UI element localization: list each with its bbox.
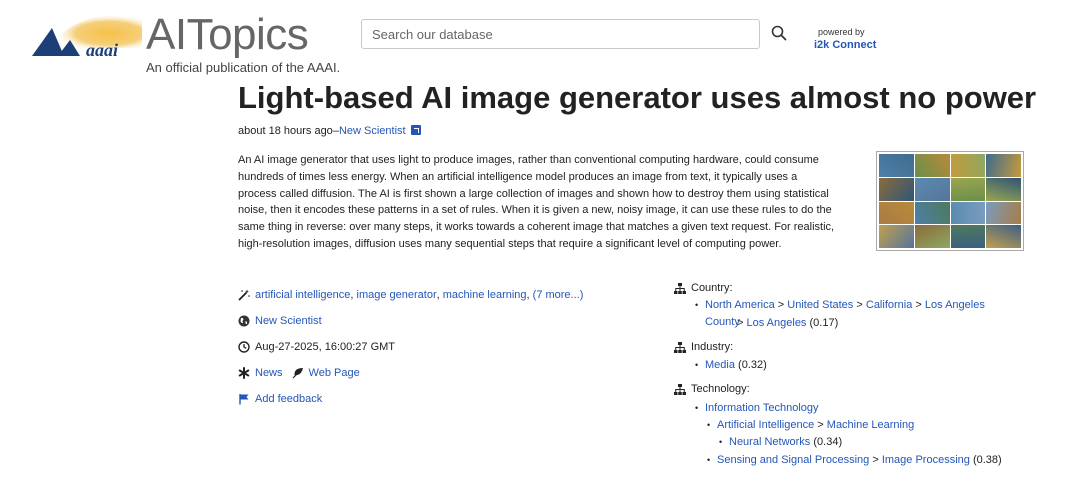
logo-text: aaai (86, 40, 118, 60)
technology-label: Technology: (691, 383, 750, 395)
type-web-page-link[interactable]: Web Page (309, 367, 360, 379)
article-summary: An AI image generator that uses light to… (238, 154, 835, 250)
add-feedback-link[interactable]: Add feedback (255, 393, 322, 405)
industry-score: (0.32) (738, 359, 767, 371)
country-los-angeles-county[interactable]: Los Angeles (925, 299, 985, 311)
industry-item: Media (0.32) (695, 358, 767, 372)
thumbnail-grid (879, 154, 1021, 248)
tag-separator: , (436, 289, 440, 301)
thumbnail-tile (950, 201, 986, 225)
country-path: North America > United States > Californ… (695, 298, 985, 312)
feedback-row: Add feedback (238, 393, 322, 405)
search-icon[interactable] (770, 24, 788, 42)
sitemap-icon (674, 282, 686, 294)
country-score: (0.17) (809, 317, 839, 329)
type-news-link[interactable]: News (255, 367, 283, 379)
industry-label: Industry: (691, 341, 734, 353)
country-california[interactable]: California (866, 299, 912, 311)
country-north-america[interactable]: North America (705, 299, 775, 311)
search-input[interactable] (361, 19, 760, 49)
thumbnail-tile (879, 177, 914, 201)
tag-machine-learning[interactable]: machine learning (443, 289, 527, 301)
thumbnail-tile (950, 154, 986, 177)
tech-artificial-intelligence[interactable]: Artificial Intelligence (717, 419, 814, 431)
tech-image-processing[interactable]: Image Processing (882, 454, 970, 466)
sitemap-icon (674, 383, 686, 395)
thumbnail-tile (986, 201, 1021, 225)
tech-machine-learning[interactable]: Machine Learning (827, 419, 914, 431)
asterisk-icon (238, 367, 250, 379)
tech-item-nn: Neural Networks (0.34) (719, 435, 843, 449)
article-meta: about 18 hours ago–New Scientist (238, 125, 421, 137)
country-path-cont: County (705, 315, 740, 329)
tech-item-sensing: Sensing and Signal Processing > Image Pr… (707, 453, 1002, 467)
breadcrumb-separator: > (737, 317, 744, 329)
source-row: New Scientist (238, 315, 322, 327)
tech-item-ai: Artificial Intelligence > Machine Learni… (707, 418, 914, 432)
breadcrumb-separator: > (817, 419, 824, 431)
country-path-tail: > Los Angeles (0.17) (737, 316, 838, 330)
taxonomy-country: Country: (674, 282, 733, 294)
type-row: News Web Page (238, 367, 360, 379)
site-tagline: An official publication of the AAAI. (146, 60, 341, 75)
thumbnail-tile (879, 201, 914, 225)
tag-artificial-intelligence[interactable]: artificial intelligence (255, 289, 350, 301)
thumbnail-tile (914, 154, 950, 177)
i2k-brand: i2k (814, 39, 830, 51)
taxonomy-industry: Industry: (674, 341, 733, 353)
tech-item-it: Information Technology (695, 401, 819, 415)
thumbnail-tile (914, 177, 950, 201)
thumbnail-tile (986, 154, 1021, 177)
thumbnail-tile (986, 225, 1021, 248)
country-united-states[interactable]: United States (787, 299, 853, 311)
breadcrumb-separator: > (777, 299, 785, 311)
thumbnail-tile (950, 225, 986, 248)
article-thumbnail[interactable] (876, 151, 1024, 251)
time-ago: about 18 hours ago (238, 125, 333, 137)
breadcrumb-separator: > (872, 454, 879, 466)
connect-brand: Connect (829, 39, 877, 51)
magic-wand-icon (238, 289, 250, 301)
image-score: (0.38) (972, 454, 1002, 466)
breadcrumb-separator: > (915, 299, 922, 311)
taxonomy-technology: Technology: (674, 383, 750, 395)
tags-more-link[interactable]: (7 more...) (533, 289, 584, 301)
globe-icon (238, 315, 250, 327)
tag-separator: , (350, 289, 354, 301)
date-row: Aug-27-2025, 16:00:27 GMT (238, 341, 395, 353)
tech-information-technology[interactable]: Information Technology (705, 402, 819, 414)
thumbnail-tile (986, 177, 1021, 201)
tag-separator: , (526, 289, 530, 301)
source-link[interactable]: New Scientist (339, 125, 406, 137)
country-los-angeles-county-cont[interactable]: County (705, 316, 740, 328)
external-link-icon[interactable] (410, 125, 421, 135)
neural-score: (0.34) (813, 436, 843, 448)
tech-neural-networks[interactable]: Neural Networks (729, 436, 810, 448)
source-name[interactable]: New Scientist (255, 315, 322, 327)
leaf-icon (292, 368, 303, 379)
thumbnail-tile (914, 201, 950, 225)
flag-icon (239, 394, 249, 405)
breadcrumb-separator: > (856, 299, 863, 311)
sitemap-icon (674, 341, 686, 353)
industry-media[interactable]: Media (705, 359, 735, 371)
country-label: Country: (691, 282, 733, 294)
aaai-logo[interactable]: aaai (30, 12, 145, 62)
thumbnail-tile (879, 225, 914, 248)
thumbnail-tile (950, 177, 986, 201)
country-los-angeles[interactable]: Los Angeles (747, 317, 807, 329)
thumbnail-tile (879, 154, 914, 177)
clock-icon (238, 341, 250, 353)
article-title: Light-based AI image generator uses almo… (238, 80, 1037, 115)
site-brand[interactable]: AITopics (146, 10, 309, 60)
powered-by-label: powered by (818, 27, 865, 37)
thumbnail-tile (914, 225, 950, 248)
powered-by[interactable]: powered by i2k Connect (814, 26, 876, 52)
tech-sensing-signal-processing[interactable]: Sensing and Signal Processing (717, 454, 869, 466)
publish-date: Aug-27-2025, 16:00:27 GMT (255, 341, 396, 353)
tag-image-generator[interactable]: image generator (357, 289, 437, 301)
tags-row: artificial intelligence, image generator… (238, 289, 583, 301)
